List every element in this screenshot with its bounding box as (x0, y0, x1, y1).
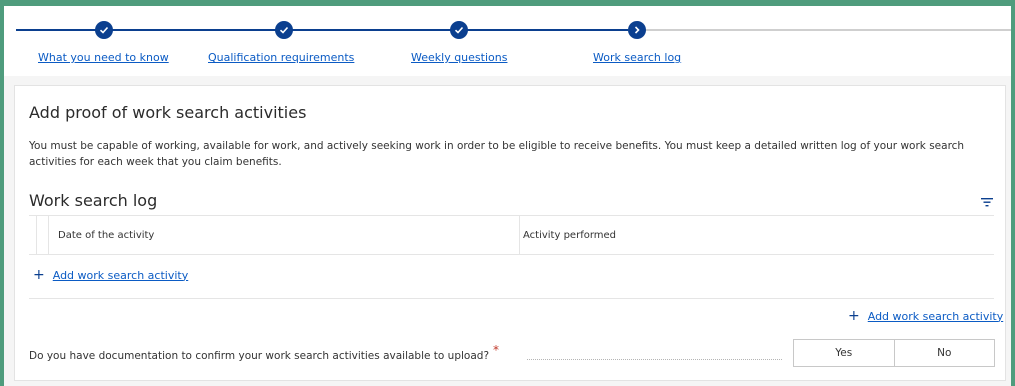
yes-no-toggle: Yes No (793, 339, 995, 367)
progress-track-remaining (628, 29, 1011, 31)
step-3-check-icon (450, 21, 468, 39)
dotted-leader (527, 359, 782, 360)
step-1-check-icon (95, 21, 113, 39)
log-table-header: Date of the activity Activity performed (29, 215, 994, 255)
page-frame: What you need to know Qualification requ… (4, 6, 1011, 386)
log-title: Work search log (29, 191, 158, 210)
step-link-weekly-questions[interactable]: Weekly questions (411, 51, 507, 64)
column-divider (36, 216, 37, 254)
card-description: You must be capable of working, availabl… (29, 140, 965, 168)
step-2-check-icon (275, 21, 293, 39)
add-activity-label-bottom: Add work search activity (867, 309, 1004, 323)
column-divider (48, 216, 49, 254)
column-divider (519, 216, 520, 254)
step-link-what-you-need-to-know[interactable]: What you need to know (38, 51, 169, 64)
add-work-search-activity-button[interactable]: + Add work search activity (33, 268, 188, 282)
filter-icon[interactable] (981, 197, 993, 207)
question-text: Do you have documentation to confirm you… (29, 350, 490, 362)
yes-button[interactable]: Yes (794, 340, 894, 366)
divider (29, 298, 994, 299)
step-link-qualification-requirements[interactable]: Qualification requirements (208, 51, 354, 64)
plus-icon: + (848, 308, 860, 324)
step-4-chevron-right-icon (628, 21, 646, 39)
column-header-activity[interactable]: Activity performed (523, 230, 616, 241)
work-search-card: Add proof of work search activities You … (14, 85, 1006, 381)
required-asterisk: * (493, 343, 500, 357)
add-work-search-activity-button-bottom[interactable]: + Add work search activity (848, 309, 1003, 323)
step-link-work-search-log[interactable]: Work search log (593, 51, 681, 64)
progress-stepper: What you need to know Qualification requ… (4, 6, 1011, 76)
column-header-date[interactable]: Date of the activity (58, 230, 154, 241)
add-activity-label: Add work search activity (52, 268, 189, 282)
plus-icon: + (33, 267, 45, 283)
card-title: Add proof of work search activities (29, 103, 307, 122)
no-button[interactable]: No (893, 340, 995, 366)
documentation-question: Do you have documentation to confirm you… (29, 343, 499, 362)
